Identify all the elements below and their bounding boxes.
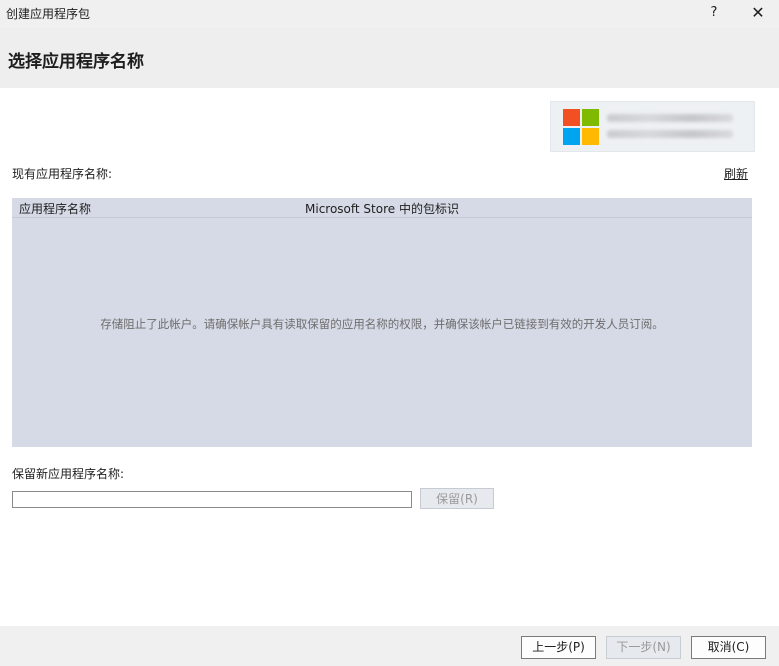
next-button[interactable]: 下一步(N) [606,636,681,659]
previous-button[interactable]: 上一步(P) [521,636,596,659]
microsoft-brand-banner [550,101,755,152]
window-title: 创建应用程序包 [6,7,91,21]
page-header: 选择应用程序名称 [0,28,779,88]
column-header-app-name[interactable]: 应用程序名称 [19,200,91,217]
reserve-name-label: 保留新应用程序名称: [12,467,125,481]
column-header-package-identity[interactable]: Microsoft Store 中的包标识 [305,200,459,217]
cancel-button[interactable]: 取消(C) [691,636,766,659]
microsoft-logo-icon [563,109,599,145]
new-app-name-input[interactable] [12,491,412,508]
help-button[interactable]: ? [706,3,722,23]
existing-names-label: 现有应用程序名称: [12,167,113,181]
table-empty-message: 存储阻止了此帐户。请确保帐户具有读取保留的应用名称的权限，并确保该帐户已链接到有… [100,317,664,331]
page-title: 选择应用程序名称 [8,52,144,72]
existing-names-table[interactable]: 应用程序名称 Microsoft Store 中的包标识 存储阻止了此帐户。请确… [12,198,752,447]
close-icon[interactable]: ✕ [748,3,768,23]
title-bar: 创建应用程序包 ? ✕ [0,0,779,28]
reserve-button[interactable]: 保留(R) [420,488,494,509]
table-header: 应用程序名称 Microsoft Store 中的包标识 [12,198,752,218]
blurred-brand-text [607,114,733,122]
refresh-link[interactable]: 刷新 [724,165,748,182]
blurred-brand-text [607,130,733,138]
